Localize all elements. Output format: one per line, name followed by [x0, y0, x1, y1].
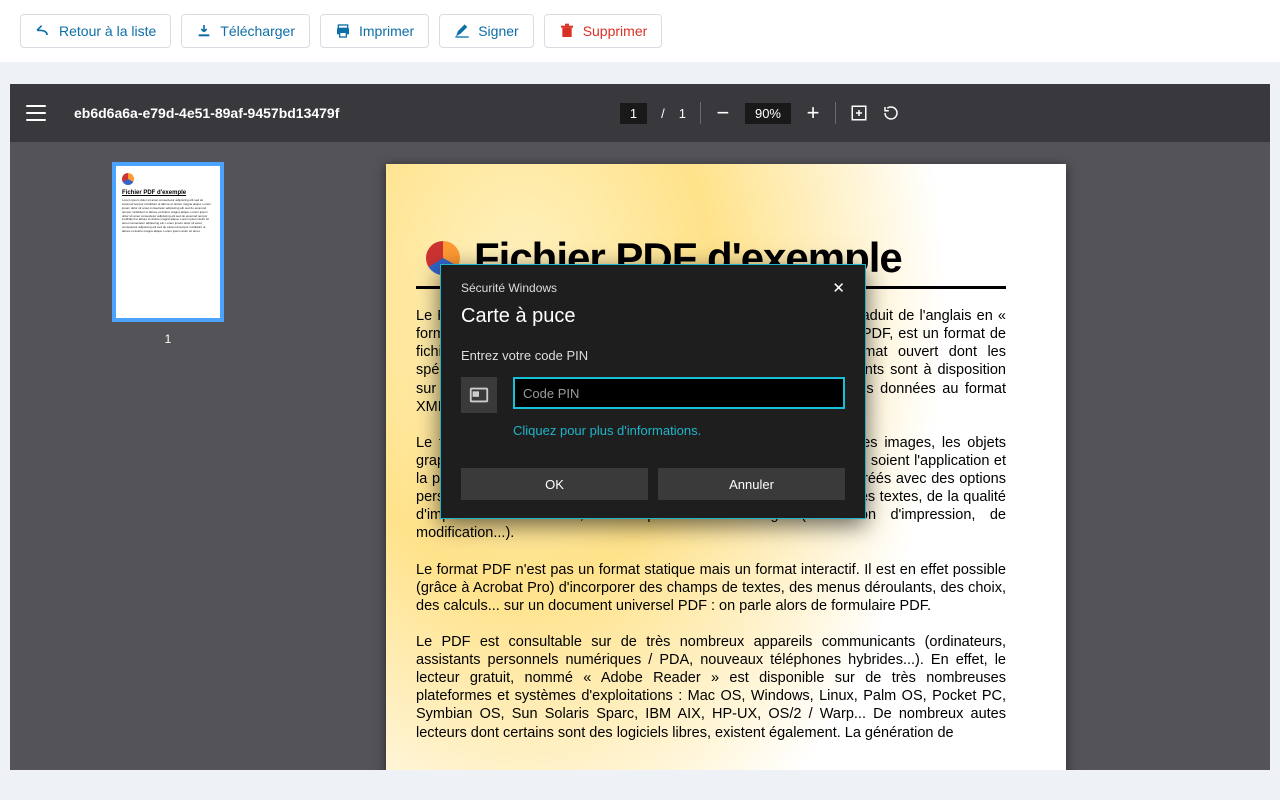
page-total: 1: [679, 106, 686, 121]
back-label: Retour à la liste: [59, 23, 156, 39]
pin-input[interactable]: [513, 377, 845, 409]
pin-dialog: Sécurité Windows ✕ Carte à puce Entrez v…: [440, 264, 866, 519]
download-label: Télécharger: [220, 23, 295, 39]
zoom-in-button[interactable]: +: [805, 105, 821, 121]
paragraph-4: Le PDF est consultable sur de très nombr…: [416, 633, 1006, 742]
dialog-title: Carte à puce: [441, 303, 865, 338]
rotate-icon[interactable]: [882, 104, 900, 122]
back-button[interactable]: Retour à la liste: [20, 14, 171, 48]
ok-button[interactable]: OK: [461, 468, 648, 500]
back-arrow-icon: [35, 23, 51, 39]
print-label: Imprimer: [359, 23, 414, 39]
viewer-controls: 1 / 1 − 90% +: [620, 102, 914, 124]
zoom-out-button[interactable]: −: [715, 105, 731, 121]
sign-button[interactable]: Signer: [439, 14, 533, 48]
dialog-subtitle: Entrez votre code PIN: [441, 338, 865, 377]
sign-label: Signer: [478, 23, 518, 39]
trash-icon: [559, 23, 575, 39]
smartcard-icon: [461, 377, 497, 413]
divider: [835, 102, 836, 124]
menu-icon[interactable]: [26, 105, 46, 121]
delete-label: Supprimer: [583, 23, 648, 39]
more-info-link[interactable]: Cliquez pour plus d'informations.: [513, 423, 845, 438]
top-toolbar: Retour à la liste Télécharger Imprimer S…: [0, 0, 1280, 62]
document-name: eb6d6a6a-e79d-4e51-89af-9457bd13479f: [74, 105, 339, 121]
page-separator: /: [661, 106, 665, 121]
dialog-caption: Sécurité Windows: [461, 281, 557, 295]
download-icon: [196, 23, 212, 39]
thumb-text: Lorem ipsum dolor sit amet consectetur a…: [122, 199, 214, 234]
divider: [700, 102, 701, 124]
cancel-button[interactable]: Annuler: [658, 468, 845, 500]
print-icon: [335, 23, 351, 39]
zoom-level[interactable]: 90%: [745, 103, 791, 124]
thumbnail-pane: Fichier PDF d'exemple Lorem ipsum dolor …: [10, 142, 326, 770]
sign-icon: [454, 23, 470, 39]
page-thumbnail[interactable]: Fichier PDF d'exemple Lorem ipsum dolor …: [112, 162, 224, 322]
thumbnail-number: 1: [165, 332, 172, 346]
paragraph-3: Le format PDF n'est pas un format statiq…: [416, 561, 1006, 615]
download-button[interactable]: Télécharger: [181, 14, 310, 48]
thumb-title: Fichier PDF d'exemple: [122, 190, 214, 196]
print-button[interactable]: Imprimer: [320, 14, 429, 48]
page-current-input[interactable]: 1: [620, 103, 647, 124]
thumb-logo-icon: [122, 173, 134, 185]
viewer-header: eb6d6a6a-e79d-4e51-89af-9457bd13479f 1 /…: [10, 84, 1270, 142]
pdf-viewer: eb6d6a6a-e79d-4e51-89af-9457bd13479f 1 /…: [10, 84, 1270, 770]
fit-page-icon[interactable]: [850, 104, 868, 122]
delete-button[interactable]: Supprimer: [544, 14, 663, 48]
close-icon[interactable]: ✕: [826, 275, 851, 301]
